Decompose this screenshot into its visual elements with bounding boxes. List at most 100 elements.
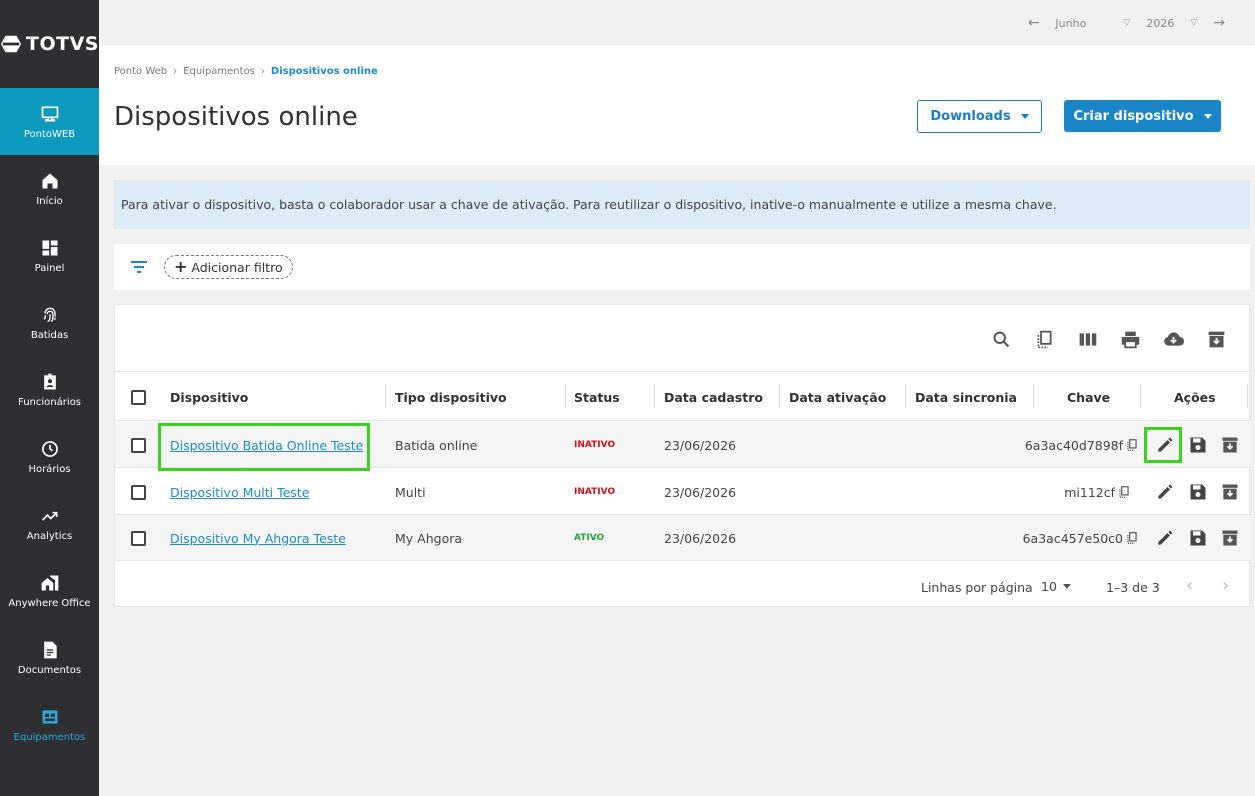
prev-page-chevron-icon[interactable]: ‹ bbox=[1186, 575, 1193, 596]
archive-icon[interactable] bbox=[1220, 482, 1240, 502]
column-divider bbox=[565, 384, 566, 408]
column-header-tipo[interactable]: Tipo dispositivo bbox=[395, 372, 507, 422]
device-link[interactable]: Dispositivo My Ahgora Teste bbox=[170, 531, 346, 546]
status-cell: INATIVO bbox=[574, 469, 615, 515]
top-bar: ← Junho ▽ 2026 ▽ → bbox=[99, 0, 1255, 45]
totvs-logo-icon bbox=[0, 35, 22, 53]
create-device-label: Criar dispositivo bbox=[1073, 108, 1194, 124]
column-header-data-ativacao[interactable]: Data ativação bbox=[789, 372, 886, 422]
select-all-cell bbox=[131, 372, 146, 422]
breadcrumb-separator: › bbox=[173, 66, 178, 77]
select-all-checkbox[interactable] bbox=[131, 389, 146, 405]
prev-month-arrow-icon[interactable]: ← bbox=[1028, 15, 1040, 31]
save-cell bbox=[1188, 422, 1208, 468]
info-text: Para ativar o dispositivo, basta o colab… bbox=[121, 197, 1057, 212]
column-header-chave[interactable]: Chave bbox=[1067, 372, 1110, 422]
downloads-label: Downloads bbox=[930, 109, 1011, 124]
status-cell: ATIVO bbox=[574, 515, 604, 561]
save-icon[interactable] bbox=[1188, 482, 1208, 502]
row-select-cell bbox=[131, 422, 146, 468]
plus-icon: + bbox=[174, 257, 188, 276]
column-header-data-sincronia[interactable]: Data sincronia bbox=[915, 372, 1017, 422]
save-icon[interactable] bbox=[1188, 528, 1208, 548]
chevron-down-icon[interactable]: ▽ bbox=[1123, 18, 1130, 28]
sidebar-item-equipamentos[interactable]: Equipamentos bbox=[0, 691, 99, 758]
archive-icon[interactable] bbox=[1220, 435, 1240, 455]
column-header-status[interactable]: Status bbox=[574, 372, 620, 422]
copy-icon[interactable] bbox=[1034, 329, 1055, 350]
archive-icon[interactable] bbox=[1206, 329, 1227, 350]
year-select[interactable]: 2026 bbox=[1146, 17, 1174, 30]
search-icon[interactable] bbox=[991, 329, 1012, 350]
copy-key-icon[interactable] bbox=[1125, 531, 1139, 545]
document-icon bbox=[43, 641, 57, 658]
cloud-download-icon[interactable] bbox=[1163, 329, 1184, 350]
type-cell: My Ahgora bbox=[395, 530, 463, 546]
column-header-dispositivo[interactable]: Dispositivo bbox=[170, 372, 248, 422]
sidebar-item-label: Anywhere Office bbox=[8, 597, 91, 609]
next-month-arrow-icon[interactable]: → bbox=[1213, 15, 1225, 31]
breadcrumb-item[interactable]: Equipamentos bbox=[183, 66, 255, 77]
sidebar-item-documentos[interactable]: Documentos bbox=[0, 624, 99, 691]
column-divider bbox=[905, 384, 906, 408]
type-cell: Batida online bbox=[395, 437, 478, 453]
table-toolbar bbox=[991, 329, 1227, 350]
row-checkbox[interactable] bbox=[131, 530, 146, 546]
columns-icon[interactable] bbox=[1077, 329, 1098, 350]
sidebar-item-anywhere-office[interactable]: Anywhere Office bbox=[0, 557, 99, 624]
brand-name: TOTVS bbox=[26, 33, 99, 55]
row-select-cell bbox=[131, 515, 146, 561]
sidebar-item-funcionarios[interactable]: Funcionários bbox=[0, 356, 99, 423]
edit-icon[interactable] bbox=[1155, 482, 1175, 502]
device-cell: Dispositivo Multi Teste bbox=[170, 469, 309, 515]
edit-icon[interactable] bbox=[1155, 528, 1175, 548]
period-selector: ← Junho ▽ 2026 ▽ → bbox=[1028, 15, 1225, 31]
copy-key-icon[interactable] bbox=[1125, 438, 1139, 452]
filter-icon[interactable] bbox=[130, 260, 148, 274]
totvs-logo[interactable]: TOTVS bbox=[0, 0, 99, 88]
next-page-chevron-icon[interactable]: › bbox=[1222, 575, 1229, 596]
row-checkbox[interactable] bbox=[131, 437, 146, 453]
column-header-acoes: Ações bbox=[1174, 389, 1216, 405]
key-cell: 6a3ac457e50c0 bbox=[1023, 515, 1139, 561]
save-icon[interactable] bbox=[1188, 435, 1208, 455]
monitor-icon bbox=[41, 106, 58, 121]
column-header-data-cadastro[interactable]: Data cadastro bbox=[664, 372, 763, 422]
row-checkbox[interactable] bbox=[131, 484, 146, 500]
status-badge: INATIVO bbox=[574, 487, 616, 497]
sidebar-item-label: Início bbox=[36, 195, 63, 207]
sidebar-item-label: Documentos bbox=[17, 664, 82, 676]
sidebar-item-analytics[interactable]: Analytics bbox=[0, 490, 99, 557]
page-title: Dispositivos online bbox=[114, 102, 358, 132]
key-value: mi112cf bbox=[1064, 484, 1115, 500]
sidebar-item-label: Funcionários bbox=[18, 396, 81, 408]
breadcrumb-separator: › bbox=[260, 66, 265, 77]
create-device-button[interactable]: Criar dispositivo bbox=[1064, 100, 1221, 132]
save-cell bbox=[1188, 515, 1208, 561]
archive-cell bbox=[1220, 469, 1240, 515]
caret-down-icon bbox=[1203, 113, 1212, 119]
archive-icon[interactable] bbox=[1220, 528, 1240, 548]
rows-per-page-select[interactable]: 10 bbox=[1041, 579, 1071, 594]
archive-cell bbox=[1220, 422, 1240, 468]
chevron-down-icon[interactable]: ▽ bbox=[1190, 18, 1197, 28]
downloads-button[interactable]: Downloads bbox=[917, 100, 1042, 133]
info-banner: Para ativar o dispositivo, basta o colab… bbox=[114, 180, 1250, 229]
month-select[interactable]: Junho bbox=[1055, 17, 1123, 30]
device-link[interactable]: Dispositivo Multi Teste bbox=[170, 485, 309, 500]
sidebar-item-batidas[interactable]: Batidas bbox=[0, 289, 99, 356]
column-divider bbox=[385, 384, 386, 408]
key-cell: 6a3ac40d7898f bbox=[1025, 422, 1139, 468]
rows-per-page-label: Linhas por página bbox=[921, 580, 1033, 595]
sidebar-item-inicio[interactable]: Início bbox=[0, 155, 99, 222]
key-value: 6a3ac457e50c0 bbox=[1022, 530, 1123, 546]
home-icon bbox=[42, 173, 57, 188]
add-filter-label: Adicionar filtro bbox=[191, 259, 283, 275]
breadcrumb-item[interactable]: Ponto Web bbox=[114, 66, 167, 77]
copy-key-icon[interactable] bbox=[1117, 485, 1131, 499]
add-filter-button[interactable]: + Adicionar filtro bbox=[164, 255, 293, 279]
sidebar-item-pontoweb[interactable]: PontoWEB bbox=[0, 88, 99, 155]
sidebar-item-horarios[interactable]: Horários bbox=[0, 423, 99, 490]
print-icon[interactable] bbox=[1120, 329, 1141, 350]
sidebar-item-painel[interactable]: Painel bbox=[0, 222, 99, 289]
